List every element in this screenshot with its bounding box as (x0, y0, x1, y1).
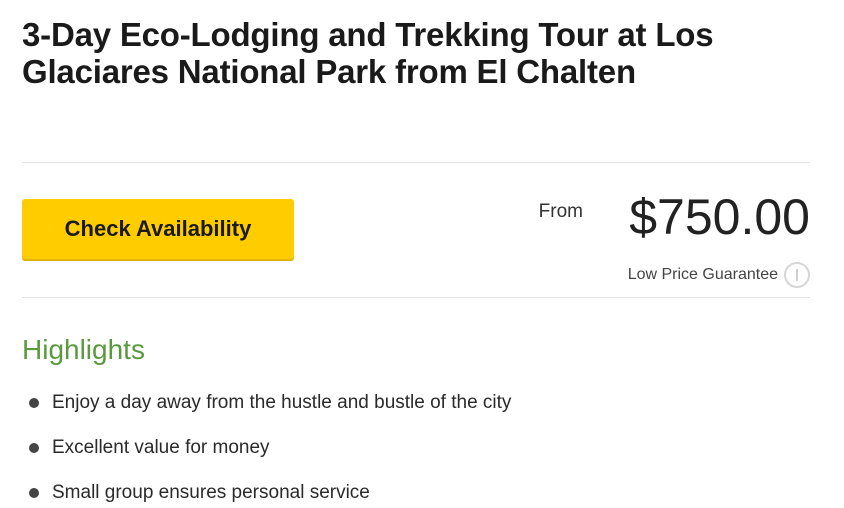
tour-detail: 3-Day Eco-Lodging and Trekking Tour at L… (22, 16, 810, 503)
divider (22, 297, 810, 298)
list-item: Enjoy a day away from the hustle and bus… (22, 380, 511, 425)
highlight-text: Enjoy a day away from the hustle and bus… (52, 391, 512, 413)
list-item: Excellent value for money (22, 425, 511, 470)
highlight-text: Small group ensures personal service (52, 481, 370, 503)
highlights-list: Enjoy a day away from the hustle and bus… (22, 380, 511, 508)
low-price-guarantee: Low Price Guarantee (628, 262, 810, 288)
price-block: From $750.00 (539, 188, 810, 246)
page-title: 3-Day Eco-Lodging and Trekking Tour at L… (22, 16, 714, 90)
from-label: From (538, 201, 583, 222)
highlight-text: Excellent value for money (52, 436, 270, 458)
list-item: Small group ensures personal service (22, 470, 511, 508)
divider (22, 162, 810, 163)
info-icon[interactable] (784, 262, 810, 288)
price: $750.00 (629, 189, 810, 245)
bullet-icon (29, 442, 39, 453)
highlights-heading: Highlights (22, 334, 145, 365)
check-availability-button[interactable]: Check Availability (22, 199, 294, 259)
bullet-icon (29, 487, 39, 498)
guarantee-label: Low Price Guarantee (627, 266, 778, 283)
bullet-icon (29, 397, 39, 408)
